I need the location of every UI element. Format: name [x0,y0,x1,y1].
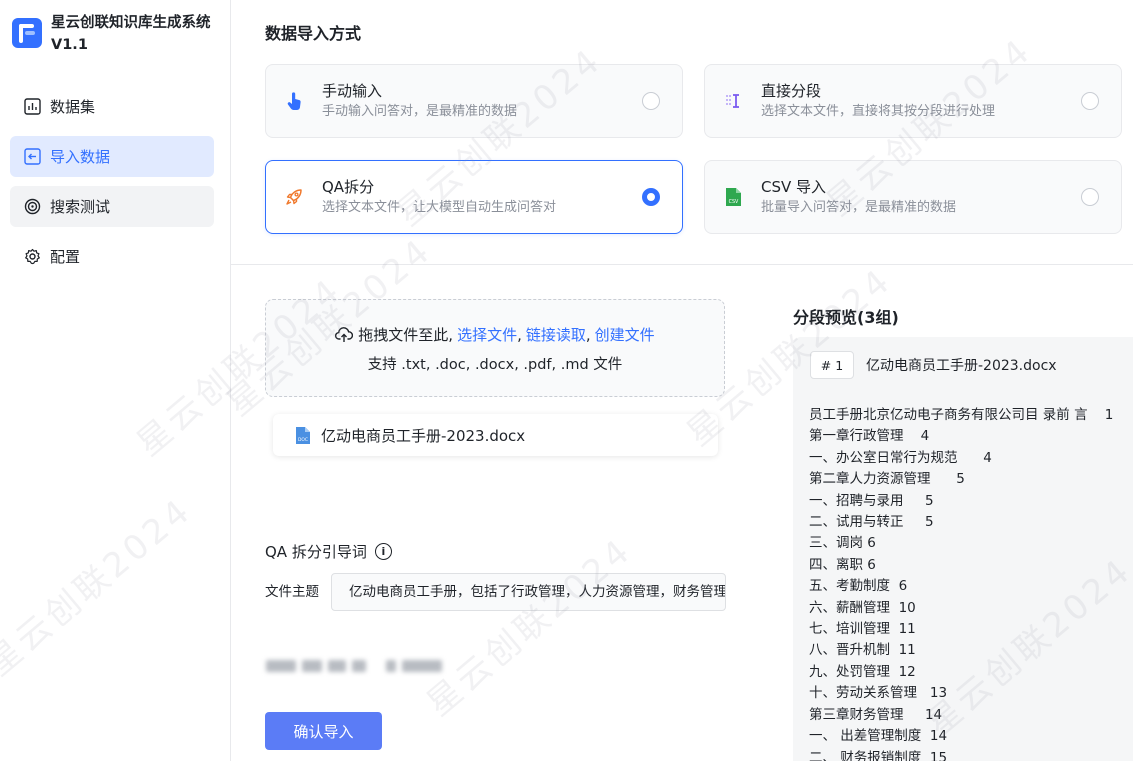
method-radio-manual[interactable] [642,92,660,110]
chunk-line: 第三章财务管理 14 [809,706,943,723]
preview-title: 分段预览(3组) [793,308,899,327]
chunk-line: 五、考勤制度 6 [809,578,908,595]
sidebar-item-config[interactable]: 配置 [10,236,214,277]
dropzone-prefix: 拖拽文件至此, [358,326,454,344]
gear-icon [23,248,41,266]
fetch-link-link[interactable]: 链接读取 [526,324,586,345]
info-icon[interactable]: i [374,543,392,560]
method-name: 直接分段 [761,82,822,100]
sidebar-item-label: 数据集 [50,98,96,116]
rocket-icon [284,186,304,208]
method-radio-direct-split[interactable] [1081,92,1099,110]
svg-text:CSV: CSV [728,199,738,205]
chunk-line: 员工手册北京亿动电子商务有限公司目 录前 言 1 [809,407,1114,423]
text-cursor-icon [723,90,743,112]
method-desc: 选择文本文件，直接将其按分段进行处理 [761,104,996,119]
dropzone-text: 拖拽文件至此, 选择文件 , 链接读取 , 创建文件 [266,324,724,345]
sidebar-item-label: 导入数据 [50,148,111,166]
chunk-line: 二、 财务报销制度 15 [809,749,948,761]
method-name: CSV 导入 [761,178,827,196]
upload-cloud-icon [335,326,354,343]
chunk-line: 十、劳动关系管理 13 [809,685,948,702]
target-icon [23,198,41,216]
selected-file[interactable]: DOC 亿动电商员工手册-2023.docx [273,414,718,456]
brand: 星云创联知识库生成系统V1.1 [12,12,211,56]
chunk-line: 四、离职 6 [809,556,876,573]
sidebar-item-dataset[interactable]: 数据集 [10,86,214,127]
chunk-line: 第一章行政管理 4 [809,428,930,445]
chunk-preview-panel: # 1 亿动电商员工手册-2023.docx 员工手册北京亿动电子商务有限公司目… [793,337,1133,761]
sidebar-nav: 数据集 导入数据 搜索测试 配置 [10,86,214,286]
sidebar-item-search-test[interactable]: 搜索测试 [10,186,214,227]
chunk-line: 第二章人力资源管理 5 [809,471,965,488]
app-title: 星云创联知识库生成系统V1.1 [51,15,211,53]
method-name: QA拆分 [322,178,375,196]
qa-prompt-title: QA 拆分引导词 i [265,541,392,562]
import-icon [23,148,41,166]
import-method-title: 数据导入方式 [265,24,362,43]
sidebar-item-label: 配置 [50,248,81,266]
chunk-line: 三、调岗 6 [809,535,876,552]
method-card-direct-split[interactable]: 直接分段 选择文本文件，直接将其按分段进行处理 [704,64,1122,138]
hand-pointer-icon [284,90,304,112]
chunk-line: 九、处罚管理 12 [809,663,916,680]
doc-file-icon: DOC [295,426,311,445]
sidebar-item-import[interactable]: 导入数据 [10,136,214,177]
chunk-line: 二、试用与转正 5 [809,514,934,531]
file-dropzone[interactable]: 拖拽文件至此, 选择文件 , 链接读取 , 创建文件 支持 .txt, .doc… [265,299,725,397]
separator: , [585,325,591,344]
method-radio-csv[interactable] [1081,188,1099,206]
chunk-line: 一、 出差管理制度 14 [809,728,948,745]
method-desc: 批量导入问答对，是最精准的数据 [761,200,957,215]
chunk-line: 一、办公室日常行为规范 4 [809,449,992,466]
section-divider [231,264,1133,265]
redacted-text [266,656,448,676]
chunk-line: 六、薪酬管理 10 [809,599,916,616]
csv-file-icon: CSV [723,186,743,208]
qa-title-text: QA 拆分引导词 [265,543,367,561]
method-radio-qa-split[interactable] [642,188,660,206]
chunk-index-badge: # 1 [810,351,854,379]
chunk-line: 八、晋升机制 11 [809,642,916,659]
confirm-import-button[interactable]: 确认导入 [265,712,382,750]
separator: , [517,325,522,344]
method-name: 手动输入 [322,82,383,100]
selected-file-name: 亿动电商员工手册-2023.docx [321,426,526,445]
method-desc: 选择文本文件，让大模型自动生成问答对 [322,200,557,215]
select-file-link[interactable]: 选择文件 [457,324,517,345]
create-file-link[interactable]: 创建文件 [595,324,655,345]
svg-text:DOC: DOC [298,437,308,443]
file-topic-input[interactable]: 亿动电商员工手册，包括了行政管理，人力资源管理，财务管理 [331,573,726,611]
method-card-csv[interactable]: CSV CSV 导入 批量导入问答对，是最精准的数据 [704,160,1122,234]
file-topic-label: 文件主题 [265,584,319,600]
sidebar-item-label: 搜索测试 [50,198,111,216]
chunk-line: 七、培训管理 11 [809,621,916,638]
chunk-line: 一、招聘与录用 5 [809,492,934,509]
chunk-content: 员工手册北京亿动电子商务有限公司目 录前 言 1 第一章行政管理 4 一、办公室… [809,405,1133,761]
chunk-file-name: 亿动电商员工手册-2023.docx [866,358,1057,374]
method-desc: 手动输入问答对，是最精准的数据 [322,104,518,119]
sidebar: 星云创联知识库生成系统V1.1 数据集 导入数据 搜索测试 配置 [0,0,231,761]
bar-chart-icon [23,98,41,116]
method-card-qa-split[interactable]: QA拆分 选择文本文件，让大模型自动生成问答对 [265,160,683,234]
method-card-manual[interactable]: 手动输入 手动输入问答对，是最精准的数据 [265,64,683,138]
app-logo-icon [12,18,42,48]
chunk-header: # 1 亿动电商员工手册-2023.docx [810,351,1057,379]
supported-formats: 支持 .txt, .doc, .docx, .pdf, .md 文件 [367,357,623,373]
